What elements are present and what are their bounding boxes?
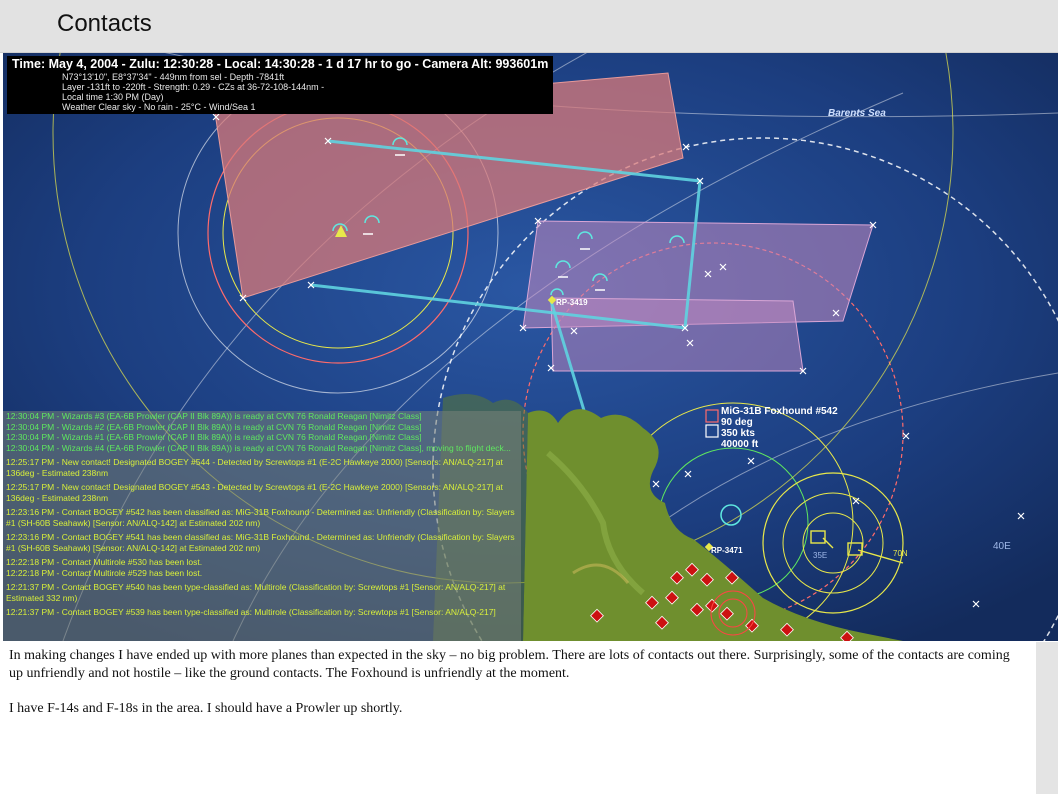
hud-line: Local time 1:30 PM (Day) bbox=[62, 92, 164, 102]
body-paragraph: I have F-14s and F-18s in the area. I sh… bbox=[9, 701, 403, 716]
grid-label: 40E bbox=[993, 541, 1011, 552]
contact-heading: 90 deg bbox=[721, 417, 753, 428]
log-entry: 12:23:16 PM - Contact BOGEY #542 has bee… bbox=[6, 507, 515, 528]
page-title: Contacts bbox=[57, 10, 152, 37]
hud-line: N73°13'10", E8°37'34" - 449nm from sel -… bbox=[62, 72, 285, 82]
waypoint-label: RP-3471 bbox=[711, 546, 743, 555]
hud-line: Layer -131ft to -220ft - Strength: 0.29 … bbox=[62, 82, 325, 92]
log-entry: 12:30:04 PM - Wizards #1 (EA-6B Prowler … bbox=[6, 432, 422, 442]
foxhound-contact-label[interactable]: MiG-31B Foxhound #542 90 deg 350 kts 400… bbox=[721, 406, 838, 450]
region-label-barents-sea: Barents Sea bbox=[828, 108, 886, 119]
log-entry: 12:22:18 PM - Contact Multirole #529 has… bbox=[6, 567, 203, 578]
grid-label: 35E bbox=[813, 551, 828, 560]
log-entry: 12:21:37 PM - Contact BOGEY #540 has bee… bbox=[6, 582, 506, 603]
grid-label: 70N bbox=[893, 549, 908, 558]
body-text: In making changes I have ended up with m… bbox=[9, 647, 1019, 735]
log-entry: 12:22:18 PM - Contact Multirole #530 has… bbox=[6, 557, 203, 567]
log-entry: 12:21:37 PM - Contact BOGEY #539 has bee… bbox=[6, 607, 496, 617]
scrollbar[interactable] bbox=[1036, 642, 1058, 794]
log-entry: 12:23:16 PM - Contact BOGEY #541 has bee… bbox=[6, 532, 515, 553]
contact-name: MiG-31B Foxhound #542 bbox=[721, 406, 838, 417]
page-header: Contacts bbox=[0, 0, 1058, 53]
contact-altitude: 40000 ft bbox=[721, 439, 759, 450]
log-entry: 12:30:04 PM - Wizards #4 (EA-6B Prowler … bbox=[6, 442, 511, 453]
tactical-map[interactable]: Time: May 4, 2004 - Zulu: 12:30:28 - Loc… bbox=[3, 53, 1058, 641]
hud-line: Weather Clear sky - No rain - 25°C - Win… bbox=[62, 102, 256, 112]
hud-panel: Time: May 4, 2004 - Zulu: 12:30:28 - Loc… bbox=[7, 56, 554, 114]
hud-title: Time: May 4, 2004 - Zulu: 12:30:28 - Loc… bbox=[12, 57, 549, 71]
log-entry: 12:30:04 PM - Wizards #2 (EA-6B Prowler … bbox=[6, 421, 422, 432]
body-paragraph: In making changes I have ended up with m… bbox=[9, 648, 1010, 681]
log-entry: 12:25:17 PM - New contact! Designated BO… bbox=[6, 457, 503, 478]
message-log[interactable]: 12:30:04 PM - Wizards #3 (EA-6B Prowler … bbox=[3, 411, 521, 641]
waypoint-label: RP-3419 bbox=[556, 298, 588, 307]
log-entry: 12:30:04 PM - Wizards #3 (EA-6B Prowler … bbox=[6, 411, 422, 421]
patrol-zone-south[interactable] bbox=[550, 297, 804, 372]
log-entry: 12:25:17 PM - New contact! Designated BO… bbox=[6, 482, 503, 503]
contact-speed: 350 kts bbox=[721, 428, 755, 439]
